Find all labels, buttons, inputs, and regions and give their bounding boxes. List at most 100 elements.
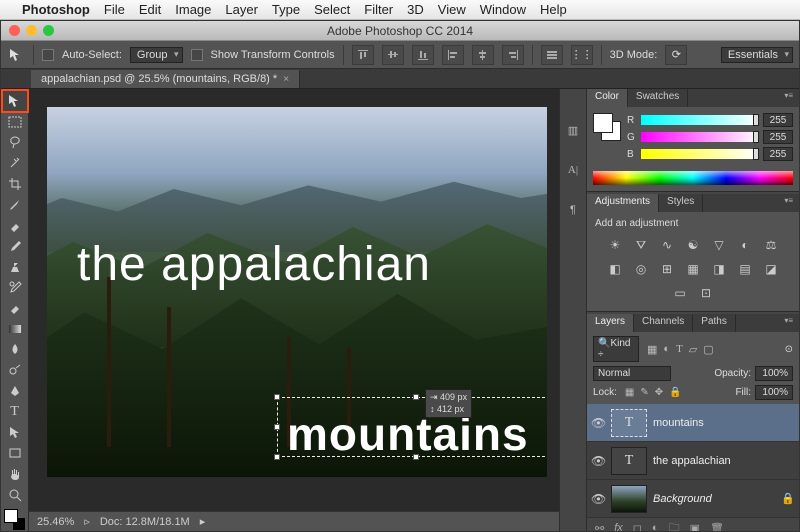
character-panel-icon[interactable]: A| [562, 159, 584, 181]
menu-help[interactable]: Help [540, 2, 567, 17]
workspace-dropdown[interactable]: Essentials [721, 47, 793, 63]
b-slider[interactable] [641, 149, 759, 159]
tab-swatches[interactable]: Swatches [628, 89, 688, 107]
link-layers-icon[interactable]: ⚯ [595, 522, 604, 532]
menu-window[interactable]: Window [480, 2, 526, 17]
transform-handle[interactable] [274, 454, 280, 460]
magic-wand-tool[interactable] [3, 153, 27, 173]
menu-layer[interactable]: Layer [225, 2, 258, 17]
transform-handle[interactable] [413, 454, 419, 460]
tab-color[interactable]: Color [587, 89, 628, 107]
blur-tool[interactable] [3, 340, 27, 360]
auto-select-checkbox[interactable] [42, 49, 54, 61]
move-tool-icon[interactable] [7, 46, 25, 64]
panel-menu-icon[interactable]: ▾≡ [778, 89, 799, 107]
invert-icon[interactable]: ◨ [710, 261, 728, 277]
new-group-icon[interactable]: 🗀 [669, 519, 680, 532]
shape-tool[interactable] [3, 443, 27, 463]
visibility-toggle-icon[interactable]: 👁 [591, 492, 605, 506]
zoom-level[interactable]: 25.46% [37, 516, 74, 528]
r-slider[interactable] [641, 115, 759, 125]
document-canvas[interactable]: the appalachian mountains ⇥ 409 px ↕ 412… [47, 107, 547, 477]
show-transform-checkbox[interactable] [191, 49, 203, 61]
color-swatches[interactable] [4, 509, 26, 531]
auto-select-dropdown[interactable]: Group [130, 47, 183, 63]
color-lookup-icon[interactable]: ▦ [684, 261, 702, 277]
pen-tool[interactable] [3, 381, 27, 401]
layer-row[interactable]: 👁 Background 🔒 [587, 480, 799, 518]
threshold-icon[interactable]: ◪ [762, 261, 780, 277]
layer-name[interactable]: Background [653, 493, 712, 505]
visibility-toggle-icon[interactable]: 👁 [591, 416, 605, 430]
menu-file[interactable]: File [104, 2, 125, 17]
distribute-icon[interactable] [541, 45, 563, 65]
path-selection-tool[interactable] [3, 423, 27, 443]
layer-fx-icon[interactable]: fx [614, 522, 623, 531]
menu-type[interactable]: Type [272, 2, 300, 17]
filter-type-icon[interactable]: T [676, 343, 683, 356]
menu-edit[interactable]: Edit [139, 2, 161, 17]
r-value[interactable]: 255 [763, 113, 793, 127]
layer-row[interactable]: 👁 T mountains [587, 404, 799, 442]
transform-handle[interactable] [413, 394, 419, 400]
layer-row[interactable]: 👁 T the appalachian [587, 442, 799, 480]
app-menu[interactable]: Photoshop [22, 2, 90, 17]
brightness-icon[interactable]: ☀ [606, 237, 624, 253]
transform-bounding-box[interactable] [277, 397, 547, 457]
zoom-tool[interactable] [3, 485, 27, 505]
new-fill-icon[interactable]: ◐ [652, 522, 659, 531]
menu-image[interactable]: Image [175, 2, 211, 17]
tab-adjustments[interactable]: Adjustments [587, 194, 659, 212]
filter-adjustment-icon[interactable]: ◐ [663, 343, 670, 356]
move-tool[interactable] [3, 91, 27, 111]
eyedropper-tool[interactable] [3, 195, 27, 215]
distribute-icon[interactable]: ⋮⋮ [571, 45, 593, 65]
eraser-tool[interactable] [3, 298, 27, 318]
delete-layer-icon[interactable]: 🗑 [710, 522, 724, 532]
channel-mixer-icon[interactable]: ⊞ [658, 261, 676, 277]
brush-tool[interactable] [3, 236, 27, 256]
lock-position-icon[interactable]: ✥ [655, 387, 663, 398]
history-panel-icon[interactable]: ▥ [562, 119, 584, 141]
photo-filter-icon[interactable]: ◎ [632, 261, 650, 277]
minimize-button[interactable] [26, 25, 37, 36]
lock-pixels-icon[interactable]: ✎ [640, 387, 648, 398]
text-layer-appalachian[interactable]: the appalachian [77, 237, 431, 292]
lock-all-icon[interactable]: 🔒 [669, 387, 681, 398]
gradient-map-icon[interactable]: ▭ [671, 285, 689, 301]
lock-icon[interactable]: 🔒 [781, 492, 795, 505]
paragraph-panel-icon[interactable]: ¶ [562, 199, 584, 221]
crop-tool[interactable] [3, 174, 27, 194]
type-tool[interactable]: T [3, 402, 27, 422]
panel-menu-icon[interactable]: ▾≡ [778, 194, 799, 212]
posterize-icon[interactable]: ▤ [736, 261, 754, 277]
blend-mode-dropdown[interactable]: Normal [593, 366, 671, 381]
new-layer-icon[interactable]: ▣ [690, 522, 700, 532]
foreground-background-swatch[interactable] [593, 113, 621, 141]
tab-channels[interactable]: Channels [634, 314, 693, 332]
transform-handle[interactable] [274, 394, 280, 400]
filter-toggle-icon[interactable]: ⊙ [785, 344, 793, 355]
layer-thumbnail[interactable] [611, 485, 647, 513]
bw-icon[interactable]: ◧ [606, 261, 624, 277]
menu-view[interactable]: View [438, 2, 466, 17]
g-slider[interactable] [641, 132, 759, 142]
menu-filter[interactable]: Filter [364, 2, 393, 17]
panel-menu-icon[interactable]: ▾≡ [778, 314, 799, 332]
curves-icon[interactable]: ∿ [658, 237, 676, 253]
fill-field[interactable]: 100% [755, 385, 793, 400]
layer-thumbnail[interactable]: T [611, 409, 647, 437]
marquee-tool[interactable] [3, 112, 27, 132]
transform-handle[interactable] [274, 424, 280, 430]
dodge-tool[interactable] [3, 360, 27, 380]
layer-filter-kind[interactable]: 🔍Kind ÷ [593, 336, 639, 362]
vibrance-icon[interactable]: ▽ [710, 237, 728, 253]
selective-color-icon[interactable]: ⊡ [697, 285, 715, 301]
tab-styles[interactable]: Styles [659, 194, 703, 212]
zoom-button[interactable] [43, 25, 54, 36]
filter-shape-icon[interactable]: ▱ [689, 343, 697, 356]
3d-orbit-icon[interactable]: ⟳ [665, 45, 687, 65]
b-value[interactable]: 255 [763, 147, 793, 161]
opacity-field[interactable]: 100% [755, 366, 793, 381]
align-right-icon[interactable] [502, 45, 524, 65]
